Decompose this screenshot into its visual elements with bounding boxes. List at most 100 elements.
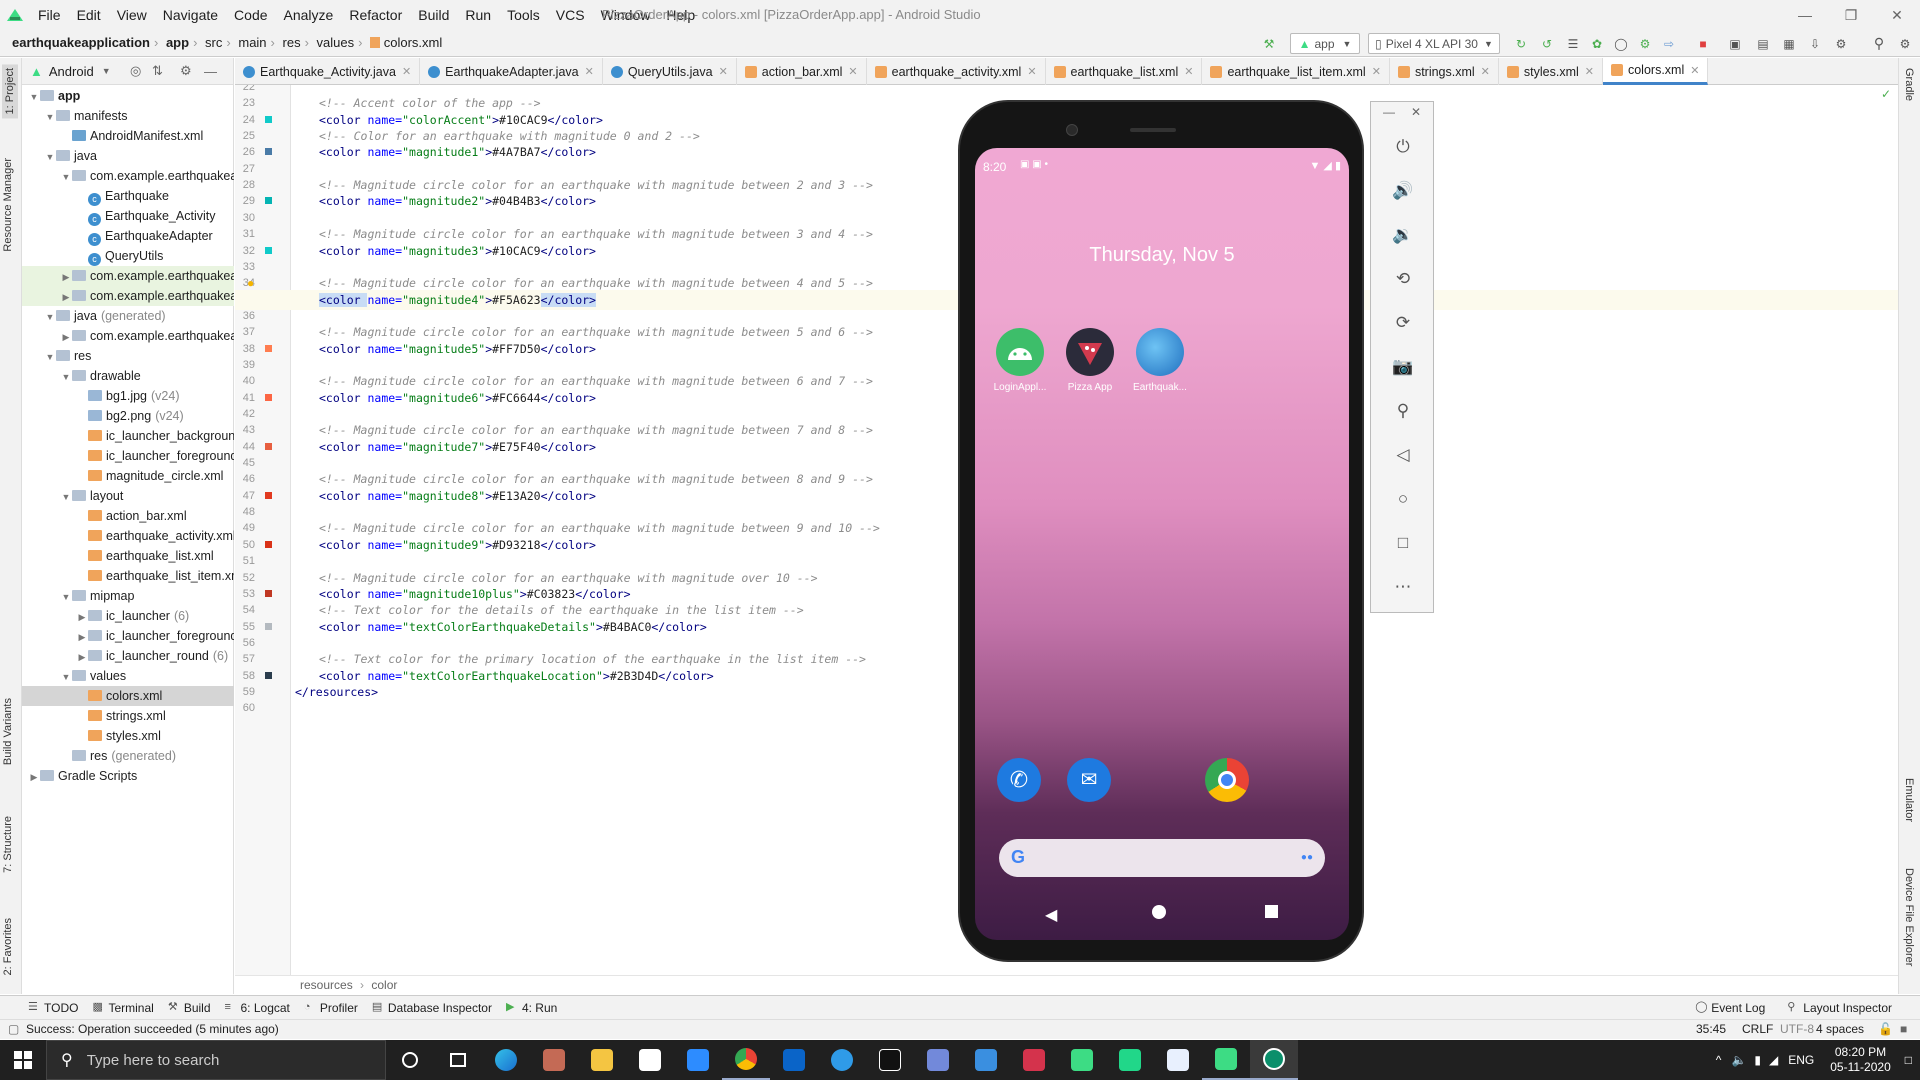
tree-item[interactable]: bg1.jpg (v24) xyxy=(22,386,234,406)
store-icon[interactable] xyxy=(626,1040,674,1080)
color-swatch[interactable] xyxy=(265,115,272,123)
power-icon[interactable]: ⏻ xyxy=(1371,132,1435,162)
stop-icon[interactable]: ■ xyxy=(1692,33,1714,54)
app-icon[interactable] xyxy=(530,1040,578,1080)
tree-item[interactable]: ▶ic_launcher_foreground(6) xyxy=(22,626,234,646)
app-icon-pizza[interactable]: Pizza App xyxy=(1055,328,1125,393)
tree-item[interactable]: action_bar.xml xyxy=(22,506,234,526)
layout-inspector-tool-button[interactable]: ⚲ Layout Inspector xyxy=(1787,1001,1892,1015)
tree-item[interactable]: ▶ com.example.earthquakeapplication xyxy=(22,326,234,346)
tree-item[interactable]: c EarthquakeAdapter xyxy=(22,226,234,246)
device-manager-icon[interactable]: ⚙ xyxy=(1830,33,1852,54)
color-swatch[interactable] xyxy=(265,491,272,499)
close-tab-icon[interactable]: ✕ xyxy=(1027,65,1036,78)
menu-run[interactable]: Run xyxy=(457,7,499,23)
todo-tool-button[interactable]: ☰ TODO xyxy=(28,1001,78,1015)
profiler-tool-button[interactable]: ◔ Profiler xyxy=(304,1001,358,1015)
menu-navigate[interactable]: Navigate xyxy=(155,7,226,23)
nav-back-icon[interactable]: ◀ xyxy=(1045,905,1057,925)
menu-analyze[interactable]: Analyze xyxy=(276,7,342,23)
tree-item[interactable]: ▼ layout xyxy=(22,486,234,506)
chevron-down-icon[interactable]: ▼ xyxy=(28,87,40,106)
close-tab-icon[interactable]: ✕ xyxy=(402,65,411,78)
menu-code[interactable]: Code xyxy=(226,7,275,23)
tree-item[interactable]: colors.xml xyxy=(22,686,234,706)
run-tool-button[interactable]: ▶ 4: Run xyxy=(506,1001,557,1015)
gradle-tool-button[interactable]: Gradle xyxy=(1903,68,1915,101)
chevron-down-icon[interactable]: ▼ xyxy=(60,487,72,506)
tree-item[interactable]: ▼ manifests xyxy=(22,106,234,126)
tab-colors-xml[interactable]: colors.xml ✕ xyxy=(1602,58,1709,85)
make-project-hammer-icon[interactable]: ⚒ xyxy=(1258,33,1280,54)
task-app-icon[interactable] xyxy=(1154,1040,1202,1080)
tree-item[interactable]: ▼ app xyxy=(22,86,234,106)
chevron-down-icon[interactable]: ▼ xyxy=(60,587,72,606)
mw-app-icon[interactable] xyxy=(866,1040,914,1080)
sdk-manager-icon[interactable]: ⇩ xyxy=(1804,33,1826,54)
dock-phone-icon[interactable]: ✆ xyxy=(997,758,1041,802)
chevron-down-icon[interactable]: ▼ xyxy=(44,107,56,126)
input-language[interactable]: ENG xyxy=(1788,1053,1814,1067)
apply-changes-icon[interactable]: ↻ xyxy=(1510,33,1532,54)
tree-item[interactable]: res (generated) xyxy=(22,746,234,766)
favorites-tool-button[interactable]: 2: Favorites xyxy=(2,918,14,975)
intention-bulb-icon[interactable]: ● xyxy=(247,276,254,290)
dock-chrome-icon[interactable] xyxy=(1205,758,1249,802)
avd-manager-icon[interactable]: ▦ xyxy=(1778,33,1800,54)
debug-icon[interactable]: ✿ xyxy=(1586,33,1608,54)
color-swatch[interactable] xyxy=(265,148,272,156)
resource-manager-tool-button[interactable]: Resource Manager xyxy=(2,158,14,252)
breadcrumb-module[interactable]: app xyxy=(166,35,189,50)
rotate-left-icon[interactable]: ⟲ xyxy=(1371,264,1435,294)
caret-position[interactable]: 35:45 xyxy=(1696,1020,1726,1039)
windows-start-icon[interactable] xyxy=(0,1040,46,1080)
assistant-icon[interactable]: ●● xyxy=(1301,852,1313,863)
lock-icon[interactable]: 🔓 xyxy=(1878,1020,1893,1039)
layout-inspector-icon[interactable]: ▤ xyxy=(1752,33,1774,54)
apply-code-changes-icon[interactable]: ↺ xyxy=(1536,33,1558,54)
dock-messages-icon[interactable]: ✉ xyxy=(1067,758,1111,802)
status-message[interactable]: Success: Operation succeeded (5 minutes … xyxy=(26,1020,279,1039)
more-icon[interactable]: ⋯ xyxy=(1371,572,1435,602)
gear-icon[interactable]: ⚙ xyxy=(180,63,192,79)
minimize-button[interactable]: — xyxy=(1782,0,1828,30)
device-file-explorer-tool-button[interactable]: Device File Explorer xyxy=(1903,868,1915,966)
color-swatch[interactable] xyxy=(265,344,272,352)
locate-file-icon[interactable]: ◎ xyxy=(130,63,141,79)
file-explorer-icon[interactable] xyxy=(578,1040,626,1080)
chevron-right-icon[interactable]: ▶ xyxy=(60,287,72,306)
device-select[interactable]: ▯ Pixel 4 XL API 30 ▼ xyxy=(1368,33,1500,54)
emulator-tool-button[interactable]: Emulator xyxy=(1903,778,1915,822)
tree-item[interactable]: ▼ java (generated) xyxy=(22,306,234,326)
sync-gradle-icon[interactable]: ▣ xyxy=(1724,33,1746,54)
close-tab-icon[interactable]: ✕ xyxy=(719,65,728,78)
emulator-screen[interactable]: 8:20 ▣ ▣ • ▼ ◢ ▮ Thursday, Nov 5 LoginAp… xyxy=(975,148,1349,940)
breadcrumb-src[interactable]: src xyxy=(205,35,222,50)
chevron-right-icon[interactable]: ▶ xyxy=(76,627,88,646)
chevron-down-icon[interactable]: ▼ xyxy=(44,307,56,326)
close-tab-icon[interactable]: ✕ xyxy=(1372,65,1381,78)
cortana-icon[interactable] xyxy=(386,1040,434,1080)
wifi-icon[interactable]: ◢ xyxy=(1769,1053,1778,1067)
tab-earthquake-list-item-xml[interactable]: earthquake_list_item.xml ✕ xyxy=(1202,58,1390,85)
run-config-select[interactable]: ▲ app ▼ xyxy=(1290,33,1360,54)
close-tab-icon[interactable]: ✕ xyxy=(1585,65,1594,78)
nav-home-icon[interactable] xyxy=(1152,905,1166,919)
camera-icon[interactable]: 📷 xyxy=(1371,352,1435,382)
chevron-right-icon[interactable]: ▶ xyxy=(76,647,88,666)
menu-refactor[interactable]: Refactor xyxy=(341,7,410,23)
tree-item[interactable]: AndroidManifest.xml xyxy=(22,126,234,146)
tab-queryutils-java[interactable]: QueryUtils.java ✕ xyxy=(603,58,737,85)
color-swatch[interactable] xyxy=(265,540,272,548)
battery-icon[interactable]: ▮ xyxy=(1754,1053,1761,1067)
apk-analyzer-icon[interactable]: ⇨ xyxy=(1658,33,1680,54)
google-search-bar[interactable]: G ●● xyxy=(999,839,1325,877)
file-encoding[interactable]: UTF-8 xyxy=(1780,1020,1814,1039)
close-tab-icon[interactable]: ✕ xyxy=(848,65,857,78)
close-tab-icon[interactable]: ✕ xyxy=(585,65,594,78)
chevron-right-icon[interactable]: ▶ xyxy=(76,607,88,626)
breadcrumb-color[interactable]: color xyxy=(371,978,397,992)
color-swatch[interactable] xyxy=(265,442,272,450)
search-icon[interactable]: ⚲ xyxy=(1868,33,1890,54)
tree-item[interactable]: ▶ com.example.earthquakeapplication xyxy=(22,286,234,306)
